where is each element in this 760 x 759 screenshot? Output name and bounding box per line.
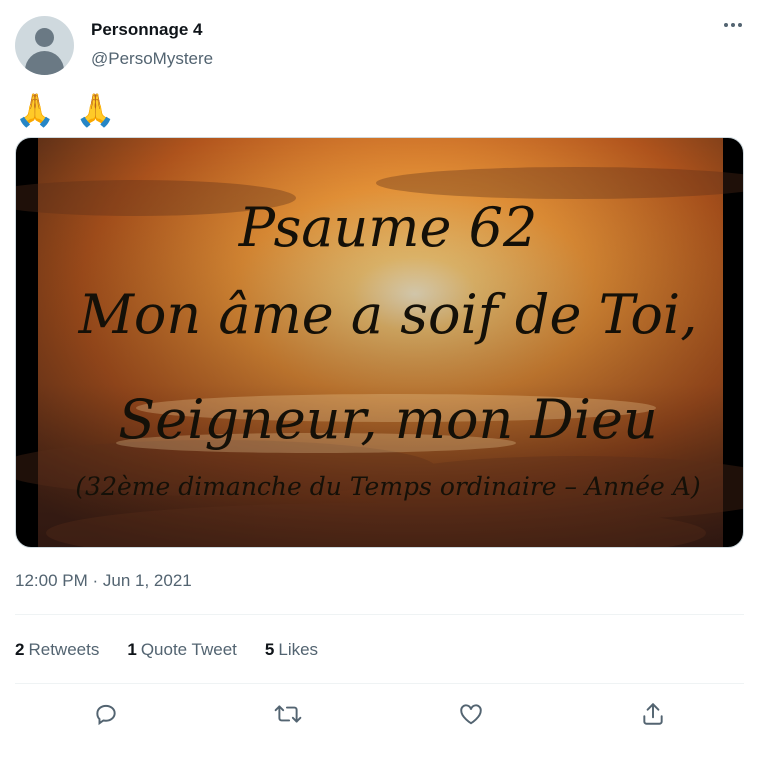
avatar[interactable]	[15, 16, 74, 75]
likes-stat[interactable]: 5 Likes	[265, 640, 318, 660]
author-name[interactable]: Personnage 4	[91, 20, 203, 40]
tweet-actions	[0, 699, 760, 729]
tweet-stats: 2 Retweets 1 Quote Tweet 5 Likes	[15, 640, 318, 660]
retweet-icon[interactable]	[273, 699, 303, 729]
tweet-image[interactable]: Psaume 62 Mon âme a soif de Toi, Seigneu…	[15, 137, 744, 548]
image-subtitle: (32ème dimanche du Temps ordinaire – Ann…	[75, 472, 701, 501]
more-options-icon[interactable]	[716, 14, 750, 36]
avatar-head	[35, 28, 54, 47]
image-title: Psaume 62	[238, 196, 538, 259]
avatar-shoulders	[25, 51, 64, 75]
share-icon[interactable]	[638, 699, 668, 729]
tweet-timestamp[interactable]: 12:00 PM · Jun 1, 2021	[15, 571, 192, 591]
divider	[15, 614, 744, 615]
image-line-2: Mon âme a soif de Toi,	[78, 283, 698, 346]
retweets-stat[interactable]: 2 Retweets	[15, 640, 99, 660]
like-icon[interactable]	[456, 699, 486, 729]
author-handle[interactable]: @PersoMystere	[91, 49, 213, 69]
quotes-stat[interactable]: 1 Quote Tweet	[127, 640, 237, 660]
tweet-text: 🙏 🙏	[15, 92, 122, 128]
divider	[15, 683, 744, 684]
reply-icon[interactable]	[91, 699, 121, 729]
image-line-3: Seigneur, mon Dieu	[118, 388, 658, 451]
